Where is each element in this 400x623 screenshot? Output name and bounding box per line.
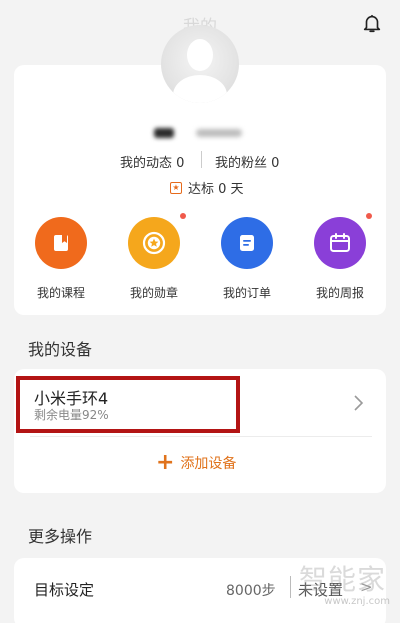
shortcut-my-weekly-report[interactable]: 我的周报 (300, 213, 380, 301)
stats-divider (201, 151, 202, 168)
divider (290, 576, 291, 598)
medal-icon (128, 213, 186, 269)
notification-dot (180, 213, 186, 219)
more-section-title: 更多操作 (28, 527, 93, 546)
bell-icon[interactable] (360, 11, 384, 35)
notification-dot (366, 213, 372, 219)
target-setting-value: 8000步 (226, 583, 276, 599)
shortcut-label: 我的订单 (222, 286, 271, 300)
shortcut-label: 我的周报 (315, 286, 364, 300)
target-setting-label: 目标设定 (34, 581, 95, 599)
chevron-right-icon[interactable] (352, 394, 364, 416)
dynamics-count: 0 (176, 156, 185, 171)
shortcut-my-medals[interactable]: 我的勋章 (114, 213, 194, 301)
shortcut-my-courses[interactable]: 我的课程 (21, 217, 101, 301)
add-device-button[interactable]: + 添加设备 (156, 452, 236, 474)
course-book-icon (35, 217, 87, 269)
my-dynamics-link[interactable]: 我的动态 0 (120, 152, 184, 171)
device-battery: 剩余电量92% (34, 408, 109, 422)
goal-days: ★ 达标 0 天 (170, 178, 244, 197)
shortcut-label: 我的勋章 (129, 286, 178, 300)
profile-stats: 我的动态 0 我的粉丝 0 (14, 151, 386, 171)
order-icon (221, 217, 273, 269)
target-setting-state: 未设置 (298, 581, 344, 599)
fans-label: 我的粉丝 (215, 156, 268, 171)
goal-days-text: 达标 0 天 (188, 182, 244, 197)
chevron-right-icon[interactable]: > (360, 578, 373, 596)
star-badge-icon: ★ (170, 181, 182, 194)
weekly-report-icon (314, 213, 372, 269)
avatar[interactable] (161, 25, 239, 103)
fans-count: 0 (271, 156, 280, 171)
devices-section-title: 我的设备 (28, 340, 93, 359)
dynamics-label: 我的动态 (120, 156, 173, 171)
username-redacted (150, 125, 250, 141)
shortcut-my-orders[interactable]: 我的订单 (207, 217, 287, 301)
plus-icon: + (156, 450, 175, 475)
shortcut-label: 我的课程 (36, 286, 85, 300)
my-fans-link[interactable]: 我的粉丝 0 (215, 152, 279, 171)
add-device-label: 添加设备 (180, 456, 237, 472)
divider (30, 436, 372, 437)
